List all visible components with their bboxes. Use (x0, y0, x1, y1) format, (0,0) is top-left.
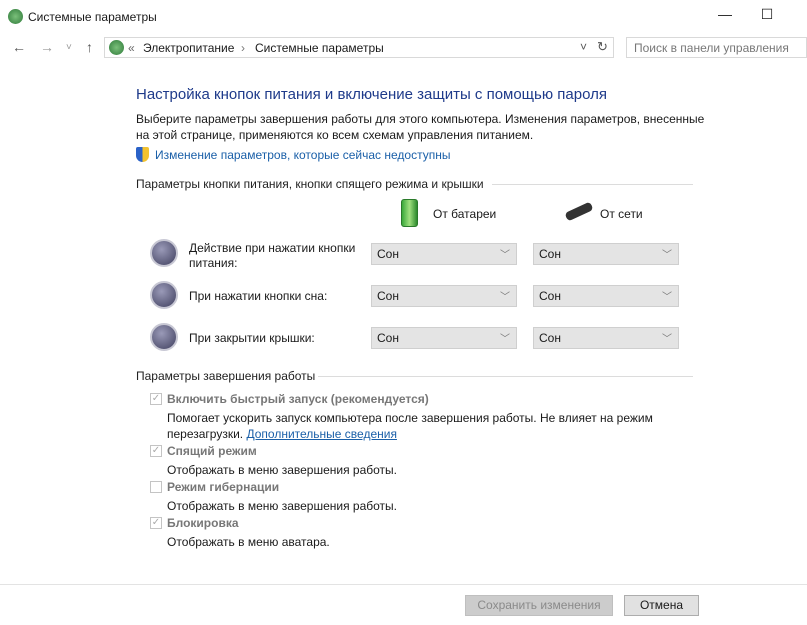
check-icon: ✓ (151, 393, 161, 404)
option-description: Отображать в меню аватара. (167, 535, 330, 549)
option-label: Режим гибернации (167, 480, 280, 494)
selected-value: Сон (539, 247, 561, 261)
address-dropdown-button[interactable]: ˅ (580, 40, 587, 54)
column-battery: От батареи (433, 207, 497, 221)
option-checkbox[interactable]: ✓ (150, 517, 162, 529)
breadcrumb-separator: › (241, 41, 245, 55)
battery-icon (401, 199, 418, 227)
option-label: Включить быстрый запуск (рекомендуется) (167, 392, 429, 406)
chevron-down-icon: ﹀ (662, 292, 672, 303)
selected-value: Сон (539, 289, 561, 303)
more-info-link[interactable]: Дополнительные сведения (246, 427, 396, 441)
option-checkbox[interactable]: ✓ (150, 445, 162, 457)
up-button[interactable]: ↑ (86, 39, 93, 55)
option-description: Отображать в меню завершения работы. (167, 463, 398, 477)
selected-value: Сон (377, 289, 399, 303)
address-bar[interactable]: « Электропитание › Системные параметры ˅… (104, 37, 614, 58)
option-checkbox[interactable] (150, 481, 162, 493)
chevron-down-icon: ﹀ (662, 334, 672, 345)
breadcrumb-system-settings[interactable]: Системные параметры (255, 41, 384, 55)
maximize-button[interactable]: ☐ (752, 6, 782, 28)
app-icon (8, 9, 23, 24)
forward-button[interactable]: → (40, 39, 54, 55)
page-description: Выберите параметры завершения работы для… (136, 112, 705, 142)
battery-action-select[interactable]: Сон ﹀ (371, 327, 517, 349)
cancel-button[interactable]: Отмена (624, 595, 699, 616)
chevron-down-icon: ﹀ (662, 250, 672, 261)
chevron-down-icon: ﹀ (500, 334, 510, 345)
save-changes-button[interactable]: Сохранить изменения (465, 595, 613, 616)
chevron-down-icon: ﹀ (500, 250, 510, 261)
column-ac: От сети (600, 207, 643, 221)
battery-action-select[interactable]: Сон ﹀ (371, 243, 517, 265)
window-title: Системные параметры (28, 10, 157, 24)
row-label: Действие при нажатии кнопки питания: (189, 241, 356, 270)
ac-action-select[interactable]: Сон ﹀ (533, 285, 679, 307)
section-shutdown: Параметры завершения работы (136, 369, 316, 383)
check-icon: ✓ (151, 445, 161, 456)
page-title: Настройка кнопок питания и включение защ… (136, 86, 607, 103)
sleep-button-icon (150, 281, 178, 309)
search-input[interactable]: Поиск в панели управления (626, 37, 807, 58)
selected-value: Сон (377, 331, 399, 345)
option-description: Помогает ускорить запуск компьютера посл… (167, 411, 653, 441)
shield-icon (136, 147, 149, 162)
ac-action-select[interactable]: Сон ﹀ (533, 327, 679, 349)
option-label: Блокировка (167, 516, 239, 530)
row-label: При нажатии кнопки сна: (189, 289, 328, 303)
minimize-button[interactable]: — (710, 6, 740, 28)
option-description: Отображать в меню завершения работы. (167, 499, 398, 513)
recent-pages-button[interactable]: ˅ (66, 42, 72, 53)
chevron-down-icon: ﹀ (500, 292, 510, 303)
selected-value: Сон (539, 331, 561, 345)
selected-value: Сон (377, 247, 399, 261)
option-checkbox[interactable]: ✓ (150, 393, 162, 405)
refresh-button[interactable]: ↻ (597, 39, 608, 55)
battery-action-select[interactable]: Сон ﹀ (371, 285, 517, 307)
back-button[interactable]: ← (12, 39, 26, 55)
breadcrumb-overflow[interactable]: « (128, 41, 135, 55)
laptop-lid-icon (150, 323, 178, 351)
power-button-icon (150, 239, 178, 267)
row-label: При закрытии крышки: (189, 331, 315, 345)
check-icon: ✓ (151, 517, 161, 528)
breadcrumb-power[interactable]: Электропитание (143, 41, 234, 55)
change-unavailable-settings-link[interactable]: Изменение параметров, которые сейчас нед… (155, 148, 451, 162)
option-label: Спящий режим (167, 444, 257, 458)
power-plug-icon (564, 201, 594, 222)
control-panel-icon (109, 40, 124, 55)
section-power-buttons: Параметры кнопки питания, кнопки спящего… (136, 177, 484, 191)
ac-action-select[interactable]: Сон ﹀ (533, 243, 679, 265)
